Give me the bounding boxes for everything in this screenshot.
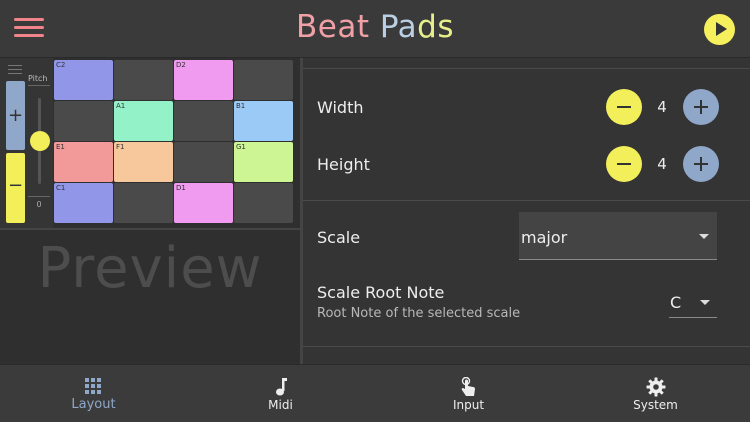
pad-note-label: E1 bbox=[56, 143, 65, 151]
root-note-label: Scale Root Note bbox=[317, 283, 445, 302]
pad-note-label: D2 bbox=[176, 61, 186, 69]
octave-down-button[interactable]: − bbox=[6, 153, 25, 223]
preview-label: Preview bbox=[37, 236, 263, 301]
panel-divider bbox=[0, 228, 300, 230]
pad-note-label: F1 bbox=[116, 143, 125, 151]
pitch-slider-knob[interactable] bbox=[30, 131, 50, 151]
pad-cell[interactable]: F1 bbox=[114, 142, 173, 182]
nav-system-label: System bbox=[633, 398, 678, 412]
app-title: Beat Pads bbox=[0, 9, 750, 45]
pad-note-label: C1 bbox=[56, 184, 66, 192]
root-note-select[interactable]: C bbox=[669, 288, 717, 318]
pad-cell[interactable]: D2 bbox=[174, 60, 233, 100]
pad-cell[interactable]: C1 bbox=[54, 183, 113, 223]
octave-up-button[interactable]: + bbox=[6, 81, 25, 150]
root-note-sublabel: Root Note of the selected scale bbox=[317, 306, 521, 321]
title-space bbox=[369, 9, 379, 45]
pad-cell[interactable] bbox=[234, 183, 293, 223]
pad-cell[interactable]: G1 bbox=[234, 142, 293, 182]
title-part-ds: ds bbox=[417, 9, 454, 45]
music-note-icon bbox=[276, 378, 287, 396]
pitch-octave-controls: Pitch + − 0 bbox=[0, 58, 53, 228]
nav-input-label: Input bbox=[452, 398, 485, 412]
width-value: 4 bbox=[657, 98, 667, 116]
pad-note-label: B1 bbox=[236, 102, 246, 110]
height-decrease-button[interactable] bbox=[606, 146, 642, 182]
pad-cell[interactable] bbox=[174, 101, 233, 141]
pad-preview-panel: Pitch + − 0 C2 D2 A1 B1 E1 F1 G1 C1 D1 Preview bbox=[0, 58, 300, 364]
gear-icon bbox=[646, 377, 666, 397]
pad-cell[interactable] bbox=[114, 60, 173, 100]
top-bar: Beat Pads bbox=[0, 0, 750, 58]
nav-layout-label: Layout bbox=[71, 397, 116, 412]
pad-cell[interactable]: D1 bbox=[174, 183, 233, 223]
play-button[interactable] bbox=[704, 14, 735, 45]
root-note-select-value: C bbox=[670, 293, 682, 312]
pad-note-label: C2 bbox=[56, 61, 66, 69]
section-divider bbox=[303, 200, 750, 201]
height-increase-button[interactable] bbox=[683, 146, 719, 182]
title-part-pa: Pa bbox=[379, 9, 418, 45]
nav-input[interactable]: Input bbox=[375, 365, 562, 422]
nav-midi[interactable]: Midi bbox=[187, 365, 374, 422]
pad-cell[interactable] bbox=[174, 142, 233, 182]
pad-cell[interactable]: C2 bbox=[54, 60, 113, 100]
pad-cell[interactable] bbox=[114, 183, 173, 223]
height-value: 4 bbox=[657, 155, 667, 173]
title-part-beat: Beat bbox=[295, 9, 370, 45]
pitch-value-divider bbox=[28, 196, 50, 197]
bottom-navigation: Layout Midi Input System bbox=[0, 364, 750, 422]
pad-cell[interactable]: A1 bbox=[114, 101, 173, 141]
height-label: Height bbox=[317, 155, 370, 174]
scale-select-value: major bbox=[521, 228, 568, 247]
width-decrease-button[interactable] bbox=[606, 89, 642, 125]
scale-label: Scale bbox=[317, 228, 361, 247]
nav-layout[interactable]: Layout bbox=[0, 365, 187, 422]
width-increase-button[interactable] bbox=[683, 89, 719, 125]
settings-panel: Width 4 Height 4 Scale major Scale Root … bbox=[303, 58, 750, 364]
pitch-value: 0 bbox=[36, 200, 42, 209]
pad-note-label: D1 bbox=[176, 184, 186, 192]
width-label: Width bbox=[317, 98, 364, 117]
grid-icon bbox=[85, 378, 101, 394]
pad-grid: C2 D2 A1 B1 E1 F1 G1 C1 D1 bbox=[54, 60, 294, 224]
pad-note-label: G1 bbox=[236, 143, 246, 151]
mini-menu-icon[interactable] bbox=[8, 65, 22, 75]
pad-cell[interactable]: E1 bbox=[54, 142, 113, 182]
pitch-divider bbox=[28, 85, 50, 86]
pitch-label: Pitch bbox=[28, 74, 48, 83]
chevron-down-icon bbox=[699, 234, 709, 239]
scale-select[interactable]: major bbox=[519, 212, 717, 260]
section-divider bbox=[303, 68, 750, 69]
chevron-down-icon bbox=[700, 300, 710, 305]
nav-midi-label: Midi bbox=[268, 398, 293, 412]
pad-note-label: A1 bbox=[116, 102, 126, 110]
pad-cell[interactable] bbox=[54, 101, 113, 141]
section-divider bbox=[303, 346, 750, 347]
pad-cell[interactable] bbox=[234, 60, 293, 100]
touch-icon bbox=[461, 377, 475, 396]
app-root: Beat Pads Pitch + − 0 C2 D2 A1 B1 E1 F1 G1 C1 D1… bbox=[0, 0, 750, 422]
nav-system[interactable]: System bbox=[562, 365, 749, 422]
pad-cell[interactable]: B1 bbox=[234, 101, 293, 141]
